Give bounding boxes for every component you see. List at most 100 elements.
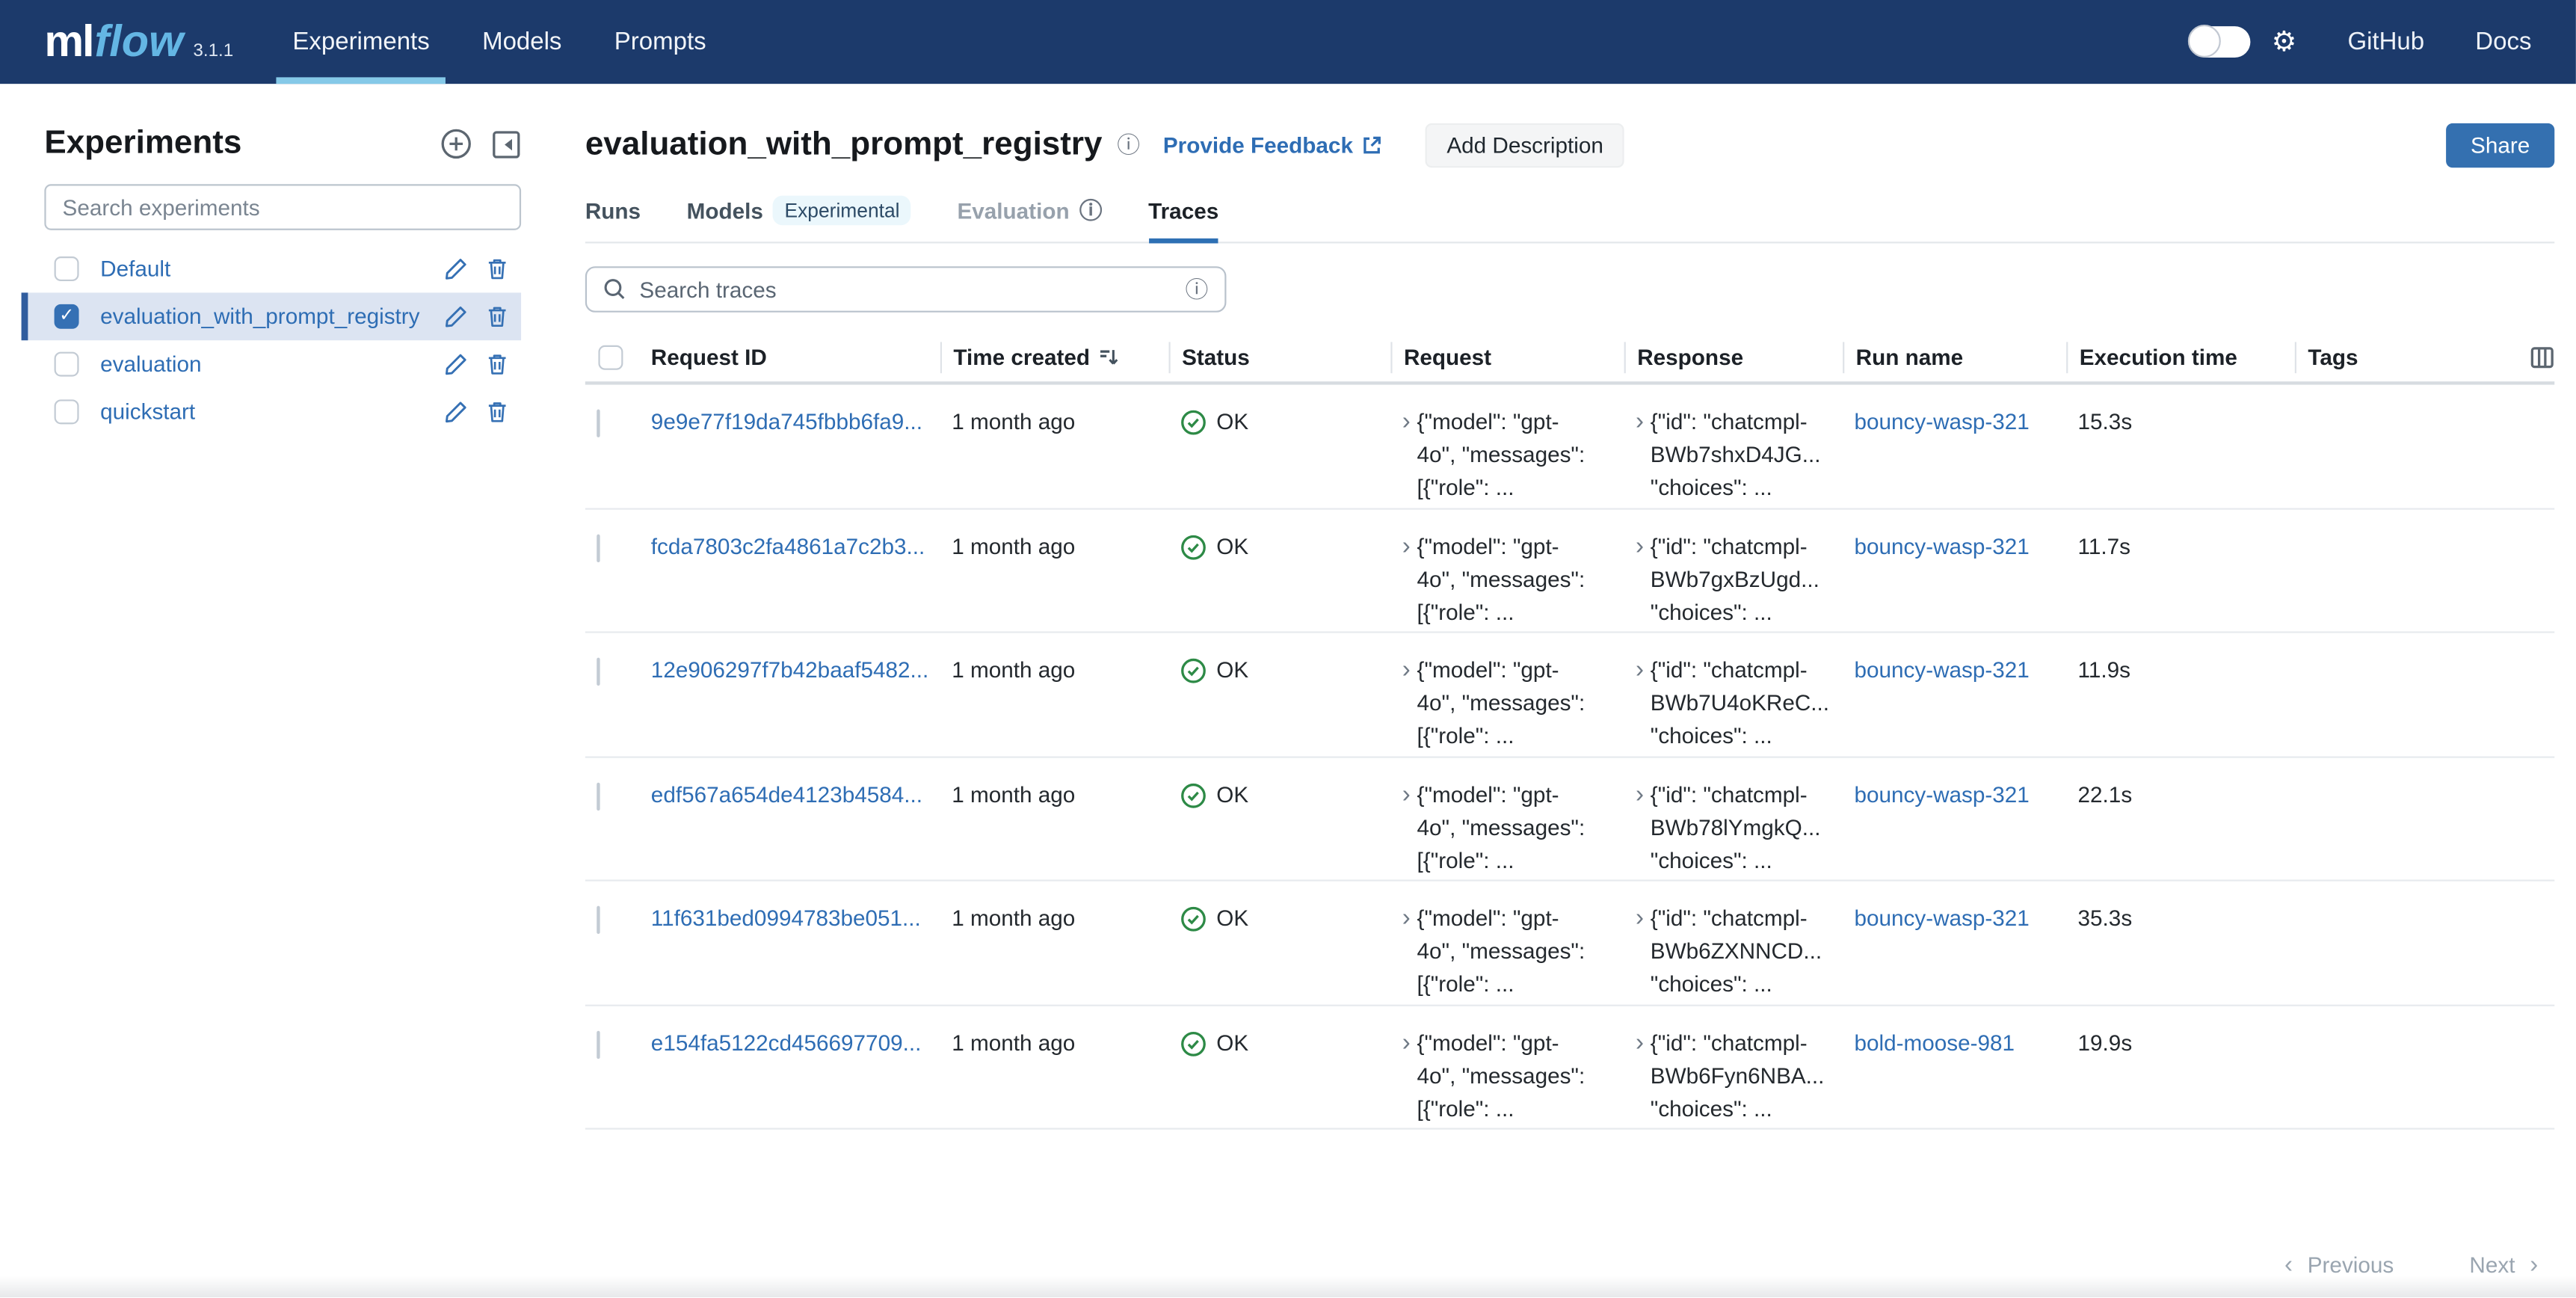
chevron-right-icon[interactable]: › <box>1402 778 1411 877</box>
trace-row: 9e9e77f19da745fbbb6fa9... 1 month ago OK… <box>585 385 2554 509</box>
chevron-right-icon[interactable]: › <box>1402 654 1411 753</box>
delete-trash-icon[interactable] <box>485 352 510 377</box>
experiment-list-item[interactable]: evaluation <box>22 340 521 388</box>
search-experiments-input[interactable] <box>44 184 521 230</box>
row-checkbox[interactable] <box>597 1030 600 1058</box>
delete-trash-icon[interactable] <box>485 399 510 424</box>
tab-runs[interactable]: Runs <box>585 196 641 242</box>
response-preview[interactable]: {"id": "chatcmpl-BWb78lYmgkQ..."choices"… <box>1651 778 1821 877</box>
request-id-link[interactable]: edf567a654de4123b4584... <box>651 778 934 811</box>
run-name-link[interactable]: bouncy-wasp-321 <box>1854 902 2059 935</box>
request-preview[interactable]: {"model": "gpt-4o", "messages":[{"role":… <box>1417 530 1586 629</box>
theme-toggle[interactable] <box>2190 26 2250 58</box>
request-id-link[interactable]: 12e906297f7b42baaf5482... <box>651 654 934 687</box>
navbar-tab-prompts[interactable]: Prompts <box>611 0 709 84</box>
experiment-list-item-selected[interactable]: evaluation_with_prompt_registry <box>22 292 521 340</box>
experiment-checkbox[interactable] <box>55 256 79 281</box>
version-label: 3.1.1 <box>193 41 233 61</box>
delete-trash-icon[interactable] <box>485 256 510 281</box>
settings-gear-icon[interactable]: ⚙ <box>2272 28 2297 55</box>
run-name-link[interactable]: bouncy-wasp-321 <box>1854 406 2059 439</box>
create-experiment-button[interactable] <box>440 129 472 160</box>
experiment-checkbox[interactable] <box>55 399 79 424</box>
run-name-link[interactable]: bouncy-wasp-321 <box>1854 654 2059 687</box>
chevron-right-icon[interactable]: › <box>1402 902 1411 1001</box>
row-checkbox[interactable] <box>597 906 600 934</box>
response-preview[interactable]: {"id": "chatcmpl-BWb7gxBzUgd..."choices"… <box>1651 530 1819 629</box>
response-preview[interactable]: {"id": "chatcmpl-BWb6Fyn6NBA..."choices"… <box>1651 1027 1825 1125</box>
sort-descending-icon[interactable] <box>1098 347 1120 369</box>
experiment-checkbox[interactable] <box>55 352 79 377</box>
experiment-checkbox-checked[interactable] <box>55 304 79 329</box>
experiment-list-item[interactable]: quickstart <box>22 388 521 436</box>
provide-feedback-link[interactable]: Provide Feedback <box>1163 132 1383 157</box>
request-id-link[interactable]: e154fa5122cd456697709... <box>651 1027 934 1059</box>
add-description-button[interactable]: Add Description <box>1426 123 1625 167</box>
run-name-link[interactable]: bold-moose-981 <box>1854 1027 2059 1059</box>
request-preview[interactable]: {"model": "gpt-4o", "messages":[{"role":… <box>1417 654 1586 753</box>
chevron-right-icon[interactable]: › <box>1636 1027 1644 1125</box>
next-page-button[interactable]: Next › <box>2469 1253 2538 1278</box>
docs-link[interactable]: Docs <box>2475 28 2531 55</box>
row-checkbox[interactable] <box>597 658 600 686</box>
row-checkbox[interactable] <box>597 410 600 437</box>
experiment-link[interactable]: Default <box>100 256 444 281</box>
delete-trash-icon[interactable] <box>485 304 510 329</box>
chevron-right-icon[interactable]: › <box>1636 654 1644 753</box>
experiment-link[interactable]: evaluation_with_prompt_registry <box>100 304 444 329</box>
tab-traces[interactable]: Traces <box>1148 196 1218 242</box>
collapse-sidebar-button[interactable] <box>490 129 521 160</box>
search-traces-input[interactable] <box>639 277 1171 302</box>
column-settings-icon[interactable] <box>2530 345 2554 370</box>
column-header-time-created[interactable]: Time created <box>940 342 1169 373</box>
request-id-link[interactable]: fcda7803c2fa4861a7c2b3... <box>651 530 934 563</box>
chevron-right-icon[interactable]: › <box>1402 1027 1411 1125</box>
chevron-right-icon[interactable]: › <box>1636 530 1644 629</box>
time-created-cell: 1 month ago <box>940 757 1169 812</box>
github-link[interactable]: GitHub <box>2347 28 2424 55</box>
column-header-execution-time[interactable]: Execution time <box>2066 342 2295 373</box>
chevron-right-icon[interactable]: › <box>1636 778 1644 877</box>
share-button[interactable]: Share <box>2446 123 2554 167</box>
experiment-link[interactable]: evaluation <box>100 352 444 377</box>
chevron-right-icon[interactable]: › <box>1636 406 1644 505</box>
select-all-checkbox[interactable] <box>598 345 623 370</box>
experiment-list-item[interactable]: Default <box>22 245 521 293</box>
request-preview[interactable]: {"model": "gpt-4o", "messages":[{"role":… <box>1417 902 1586 1001</box>
run-name-link[interactable]: bouncy-wasp-321 <box>1854 778 2059 811</box>
column-header-request-id[interactable]: Request ID <box>639 342 940 373</box>
column-header-tags[interactable]: Tags <box>2295 342 2512 373</box>
edit-pencil-icon[interactable] <box>444 304 469 329</box>
chevron-right-icon[interactable]: › <box>1402 530 1411 629</box>
edit-pencil-icon[interactable] <box>444 352 469 377</box>
chevron-right-icon[interactable]: › <box>1636 902 1644 1001</box>
response-preview[interactable]: {"id": "chatcmpl-BWb7shxD4JG..."choices"… <box>1651 406 1821 505</box>
tab-evaluation[interactable]: Evaluation ⓘ <box>957 196 1102 242</box>
title-info-icon[interactable]: ⓘ <box>1117 133 1140 156</box>
experiment-link[interactable]: quickstart <box>100 399 444 424</box>
tab-models[interactable]: Models Experimental <box>687 196 911 242</box>
run-name-link[interactable]: bouncy-wasp-321 <box>1854 530 2059 563</box>
response-preview[interactable]: {"id": "chatcmpl-BWb6ZXNNCD..."choices":… <box>1651 902 1822 1001</box>
navbar-tab-models[interactable]: Models <box>479 0 565 84</box>
edit-pencil-icon[interactable] <box>444 256 469 281</box>
response-preview[interactable]: {"id": "chatcmpl-BWb7U4oKReC..."choices"… <box>1651 654 1829 753</box>
request-preview[interactable]: {"model": "gpt-4o", "messages":[{"role":… <box>1417 406 1586 505</box>
row-checkbox[interactable] <box>597 782 600 810</box>
search-info-icon[interactable]: ⓘ <box>1185 278 1208 301</box>
mlflow-logo[interactable]: mlflow 3.1.1 <box>44 16 233 67</box>
column-header-response[interactable]: Response <box>1624 342 1843 373</box>
request-preview[interactable]: {"model": "gpt-4o", "messages":[{"role":… <box>1417 1027 1586 1125</box>
column-header-run-name[interactable]: Run name <box>1843 342 2066 373</box>
navbar-tab-experiments[interactable]: Experiments <box>289 0 433 84</box>
chevron-right-icon[interactable]: › <box>1402 406 1411 505</box>
previous-page-button[interactable]: ‹ Previous <box>2284 1253 2394 1278</box>
request-preview[interactable]: {"model": "gpt-4o", "messages":[{"role":… <box>1417 778 1586 877</box>
edit-pencil-icon[interactable] <box>444 399 469 424</box>
request-id-link[interactable]: 9e9e77f19da745fbbb6fa9... <box>651 406 934 439</box>
check-circle-icon <box>1180 410 1207 436</box>
request-id-link[interactable]: 11f631bed0994783be051... <box>651 902 934 935</box>
column-header-request[interactable]: Request <box>1390 342 1624 373</box>
row-checkbox[interactable] <box>597 534 600 562</box>
column-header-status[interactable]: Status <box>1168 342 1390 373</box>
